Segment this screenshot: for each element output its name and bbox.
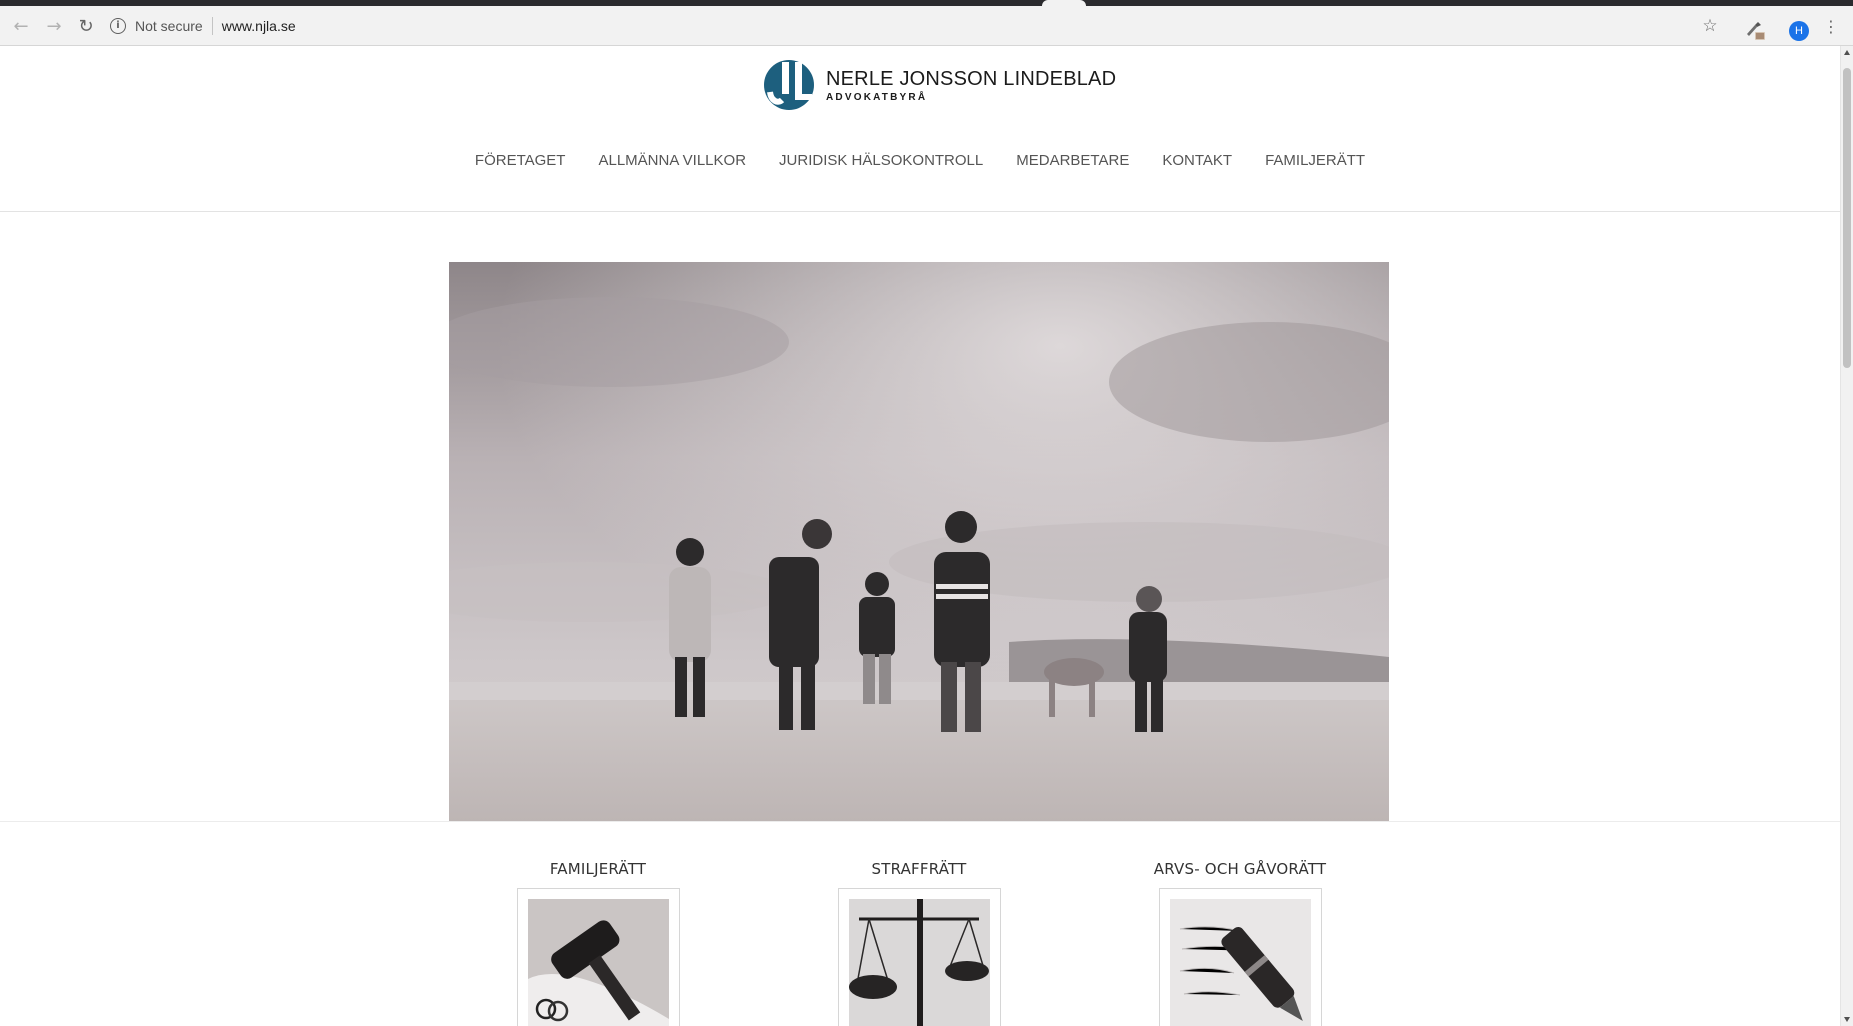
security-label: Not secure [135,18,203,34]
nav-item-familjeratt[interactable]: FAMILJERÄTT [1249,152,1382,169]
page-scrollbar[interactable] [1840,46,1853,1026]
hero-divider [0,821,1840,822]
service-title: STRAFFRÄTT [871,860,967,878]
hero-image [449,262,1389,822]
extension-icon[interactable] [1744,19,1766,41]
browser-toolbar: ← → ↻ i Not secure www.njla.se ☆ H ⋮ [0,6,1853,46]
header-divider [0,211,1840,212]
scroll-thumb[interactable] [1843,68,1851,368]
service-image-frame[interactable] [1158,888,1322,1026]
info-icon[interactable]: i [110,18,126,34]
fountain-pen-icon [1169,899,1311,1026]
forward-arrow-icon[interactable]: → [40,12,68,40]
web-page: NERLE JONSSON LINDEBLAD ADVOKATBYRÅ FÖRE… [0,46,1840,1026]
scales-of-justice-icon [848,899,990,1026]
nav-item-allmanna-villkor[interactable]: ALLMÄNNA VILLKOR [582,152,763,169]
reload-icon[interactable]: ↻ [72,12,100,40]
njl-logo-mark-icon [764,60,814,110]
nav-item-medarbetare[interactable]: MEDARBETARE [1000,152,1146,169]
menu-dots-icon[interactable]: ⋮ [1817,12,1845,40]
back-arrow-icon[interactable]: ← [7,12,35,40]
service-arvs-och-gavoratt[interactable]: ARVS- OCH GÅVORÄTT [1125,860,1355,1026]
address-bar[interactable]: i Not secure www.njla.se [110,12,296,40]
profile-avatar[interactable]: H [1789,21,1809,41]
site-logo[interactable]: NERLE JONSSON LINDEBLAD ADVOKATBYRÅ [762,58,1116,112]
nav-item-kontakt[interactable]: KONTAKT [1146,152,1249,169]
scroll-up-icon[interactable] [1844,50,1850,55]
nav-item-juridisk-halsokontroll[interactable]: JURIDISK HÄLSOKONTROLL [763,152,1000,169]
service-image-frame[interactable] [516,888,680,1026]
service-title: FAMILJERÄTT [549,860,647,878]
star-icon[interactable]: ☆ [1696,12,1724,40]
service-straffratt[interactable]: STRAFFRÄTT [804,860,1034,1026]
scroll-down-icon[interactable] [1844,1017,1850,1022]
service-title: ARVS- OCH GÅVORÄTT [1153,860,1327,878]
address-divider [211,17,213,35]
nav-item-foretaget[interactable]: FÖRETAGET [458,152,582,169]
url-text[interactable]: www.njla.se [222,18,296,34]
main-nav: FÖRETAGET ALLMÄNNA VILLKOR JURIDISK HÄLS… [0,152,1840,169]
logo-subtitle: ADVOKATBYRÅ [826,91,928,103]
gavel-icon [527,899,669,1026]
service-image-frame[interactable] [837,888,1001,1026]
service-familjeratt[interactable]: FAMILJERÄTT [483,860,713,1026]
logo-name: NERLE JONSSON LINDEBLAD [826,67,1117,90]
